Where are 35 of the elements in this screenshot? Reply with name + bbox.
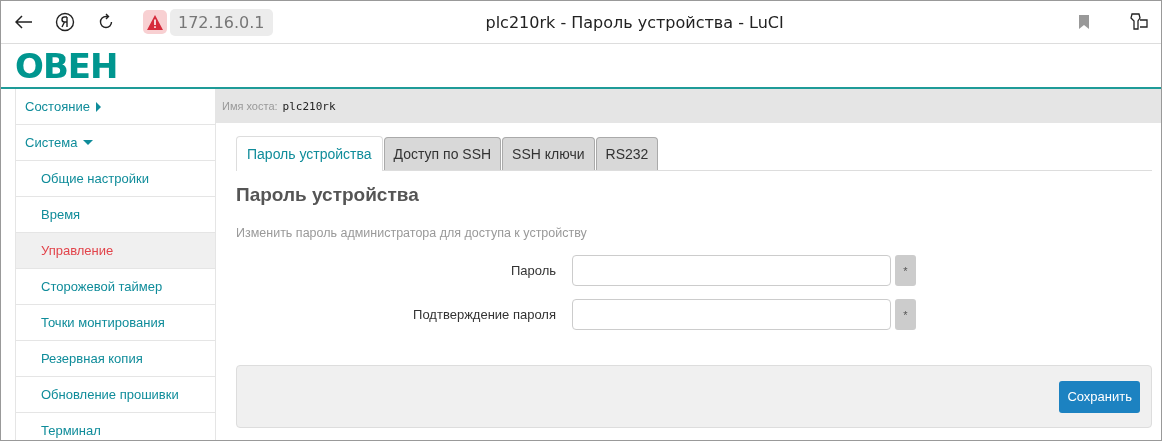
browser-logo-icon[interactable] [55, 12, 75, 32]
logo: ОВЕН [15, 48, 118, 83]
tab[interactable]: Доступ по SSH [383, 137, 502, 170]
tab[interactable]: RS232 [595, 137, 659, 170]
tab[interactable]: SSH ключи [502, 137, 595, 170]
tab[interactable]: Пароль устройства [236, 136, 383, 171]
bookmark-icon[interactable] [1079, 15, 1089, 29]
caret-icon [83, 140, 94, 145]
extensions-icon[interactable] [1129, 13, 1149, 31]
submenu-item[interactable]: Общие настройки [16, 161, 215, 197]
menu-item[interactable]: Состояние [16, 89, 215, 125]
password-field[interactable] [572, 255, 891, 286]
submenu-item[interactable]: Точки монтирования [16, 305, 215, 341]
warning-icon[interactable] [143, 10, 167, 34]
required-marker: * [895, 255, 916, 286]
required-marker: * [895, 299, 916, 330]
field-label: Пароль [509, 263, 556, 278]
reload-icon[interactable] [97, 13, 115, 31]
hostname-label: Имя хоста: [222, 100, 278, 112]
submenu-item[interactable]: Резервная копия [16, 341, 215, 377]
password-field[interactable] [572, 299, 891, 330]
caret-icon [95, 101, 101, 112]
submenu-item[interactable]: Сторожевой таймер [16, 269, 215, 305]
submenu-item[interactable]: Терминал [16, 413, 215, 440]
save-button[interactable]: Сохранить [1059, 380, 1140, 413]
menu-item[interactable]: Система [16, 125, 215, 161]
section-heading: Пароль устройства [236, 184, 420, 206]
submenu-item[interactable]: Обновление прошивки [16, 377, 215, 413]
section-description: Изменить пароль администратора для доступа к устройству [236, 226, 588, 240]
back-icon[interactable] [15, 15, 33, 29]
field-label: Подтверждение пароля [412, 307, 556, 322]
page-title: plc210rk - Пароль устройства - LuCI [485, 12, 785, 32]
submenu-item[interactable]: Управление [16, 233, 215, 269]
hostname-value: plc210rk [282, 99, 336, 113]
address-field[interactable]: 172.16.0.1 [170, 8, 273, 36]
